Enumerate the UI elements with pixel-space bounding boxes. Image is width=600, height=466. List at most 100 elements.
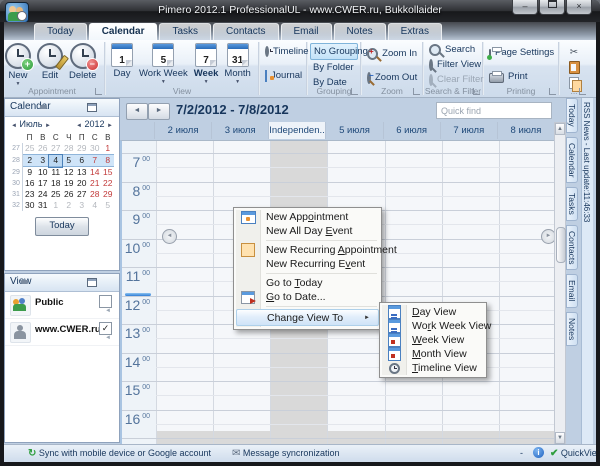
print-button[interactable]: Print [486, 69, 556, 84]
quickview-status[interactable]: ✔ QuickView [550, 448, 600, 459]
mini-cal-day[interactable]: 9 [23, 167, 37, 179]
side-tab-calendar[interactable]: Calendar [566, 137, 578, 184]
mini-cal-day[interactable]: 1 [49, 200, 62, 211]
mini-cal-day[interactable]: 30 [23, 200, 37, 211]
mini-cal-day[interactable]: 20 [75, 178, 88, 189]
tab-extras[interactable]: Extras [388, 23, 442, 40]
mini-cal-day[interactable]: 19 [62, 178, 75, 189]
dialog-launcher-icon[interactable] [95, 88, 102, 95]
public-checkbox[interactable] [99, 295, 112, 308]
delete-appointment-button[interactable]: − Delete [66, 42, 99, 82]
menu-item-day-view[interactable]: Day View [382, 305, 484, 319]
maximize-button[interactable] [539, 0, 565, 15]
mini-cal-day[interactable]: 4 [88, 200, 101, 211]
dialog-launcher-icon[interactable] [413, 88, 420, 95]
collapse-control[interactable]: - [520, 448, 523, 458]
mini-cal-day[interactable]: 1 [101, 143, 114, 155]
mini-cal-day[interactable]: 12 [62, 167, 75, 179]
panel-minimize-icon[interactable] [87, 103, 97, 112]
today-button[interactable]: Today [35, 217, 89, 236]
menu-item-go-to-date[interactable]: Go to Date... [236, 290, 379, 304]
mini-cal-day[interactable]: 5 [62, 155, 75, 167]
cwer-checkbox[interactable]: ✓ [99, 322, 112, 335]
menu-item-work-week-view[interactable]: Work Week View [382, 319, 484, 333]
mini-cal-day[interactable]: 14 [88, 167, 101, 179]
mini-cal-day[interactable]: 8 [101, 155, 114, 167]
mini-cal-day[interactable]: 25 [49, 189, 62, 200]
info-icon[interactable]: i [533, 447, 544, 458]
mini-cal-day[interactable]: 29 [75, 143, 88, 155]
dialog-launcher-icon[interactable] [549, 88, 556, 95]
dialog-launcher-icon[interactable] [473, 88, 480, 95]
view-item-cwer[interactable]: www.CWER.ru... ✓ ◄ [5, 319, 119, 346]
collapse-handle-right[interactable]: ► [541, 229, 554, 244]
view-item-public[interactable]: Public ◄ [5, 292, 119, 319]
mini-cal-day[interactable]: 4 [49, 155, 62, 167]
mini-cal-day[interactable]: 23 [23, 189, 37, 200]
tab-email[interactable]: Email [281, 23, 332, 40]
mini-cal-day[interactable]: 31 [36, 200, 49, 211]
mini-cal-day[interactable]: 16 [23, 178, 37, 189]
column-header-6[interactable]: 6 июля [383, 122, 440, 139]
day-view-button[interactable]: 1 Day [108, 42, 136, 80]
mini-cal-day[interactable]: 30 [88, 143, 101, 155]
menu-item-timeline-view[interactable]: Timeline View [382, 361, 484, 375]
tab-contacts[interactable]: Contacts [213, 23, 278, 40]
menu-item-change-view-to[interactable]: Change View To► [236, 309, 379, 326]
minimize-button[interactable]: – [512, 0, 538, 15]
grouping-option-by-folder[interactable]: By Folder [310, 60, 358, 75]
message-sync-status[interactable]: ✉ Message syncronization [232, 448, 339, 459]
work-week-view-button[interactable]: 5 Work Week ▼ [136, 42, 191, 85]
mini-cal-day[interactable]: 27 [49, 143, 62, 155]
next-month-icon[interactable]: ► [45, 123, 51, 129]
cut-button[interactable]: ✂ [562, 42, 586, 60]
column-header-2[interactable]: 2 июля [154, 122, 211, 139]
filter-view-button[interactable]: Filter View [426, 57, 480, 72]
scrollbar-thumb[interactable] [556, 227, 566, 263]
clear-filter-button[interactable]: Clear Filter [426, 72, 480, 87]
mini-cal-day[interactable]: 18 [49, 178, 62, 189]
mini-cal-day[interactable]: 26 [62, 189, 75, 200]
side-tab-email[interactable]: Email [566, 274, 578, 307]
mini-cal-day[interactable]: 22 [101, 178, 114, 189]
expand-arrow-icon[interactable]: ◄ [105, 335, 111, 341]
new-appointment-button[interactable]: + New ▼ [2, 42, 34, 87]
prev-week-button[interactable]: ◄ [126, 103, 148, 120]
mini-cal-day[interactable]: 29 [101, 189, 114, 200]
mini-cal-day[interactable]: 11 [49, 167, 62, 179]
side-tab-today[interactable]: Today [566, 98, 578, 133]
dialog-launcher-icon[interactable] [351, 88, 358, 95]
page-settings-button[interactable]: Page Settings [486, 45, 556, 60]
mini-cal-day[interactable]: 15 [101, 167, 114, 179]
expand-arrow-icon[interactable]: ◄ [105, 308, 111, 314]
rss-news-strip[interactable]: RSS News - Last update:11:46:33 [581, 98, 593, 445]
search-button[interactable]: Search [426, 42, 480, 57]
mini-cal-day[interactable]: 3 [75, 200, 88, 211]
column-header-3[interactable]: 3 июля [211, 122, 268, 139]
mini-cal-day[interactable]: 21 [88, 178, 101, 189]
menu-item-new-all-day-event[interactable]: New All Day Event [236, 224, 379, 238]
quick-find-input[interactable] [436, 102, 552, 119]
mini-cal-day[interactable]: 13 [75, 167, 88, 179]
journal-button[interactable]: Journal [262, 68, 304, 83]
column-header-8[interactable]: 8 июля [497, 122, 554, 139]
mini-cal-day[interactable]: 5 [101, 200, 114, 211]
timeline-button[interactable]: Timeline [262, 44, 304, 59]
column-header-7[interactable]: 7 июля [440, 122, 497, 139]
mini-cal-day[interactable]: 10 [36, 167, 49, 179]
mini-cal-day[interactable]: 7 [88, 155, 101, 167]
side-tab-contacts[interactable]: Contacts [566, 225, 578, 271]
menu-item-go-to-today[interactable]: Go to Today [236, 276, 379, 290]
mini-cal-day[interactable]: 28 [62, 143, 75, 155]
column-header-independen[interactable]: Independen... [268, 122, 325, 139]
panel-minimize-icon[interactable] [87, 278, 97, 287]
close-button[interactable]: × [566, 0, 592, 15]
mini-cal-day[interactable]: 27 [75, 189, 88, 200]
mini-cal-day[interactable]: 6 [75, 155, 88, 167]
next-year-icon[interactable]: ► [107, 123, 113, 129]
prev-month-icon[interactable]: ◄ [11, 123, 17, 129]
mini-cal-day[interactable]: 2 [62, 200, 75, 211]
week-view-button[interactable]: 7 Week ▼ [191, 42, 222, 85]
menu-item-month-view[interactable]: Month View [382, 347, 484, 361]
mini-cal-day[interactable]: 2 [23, 155, 37, 167]
